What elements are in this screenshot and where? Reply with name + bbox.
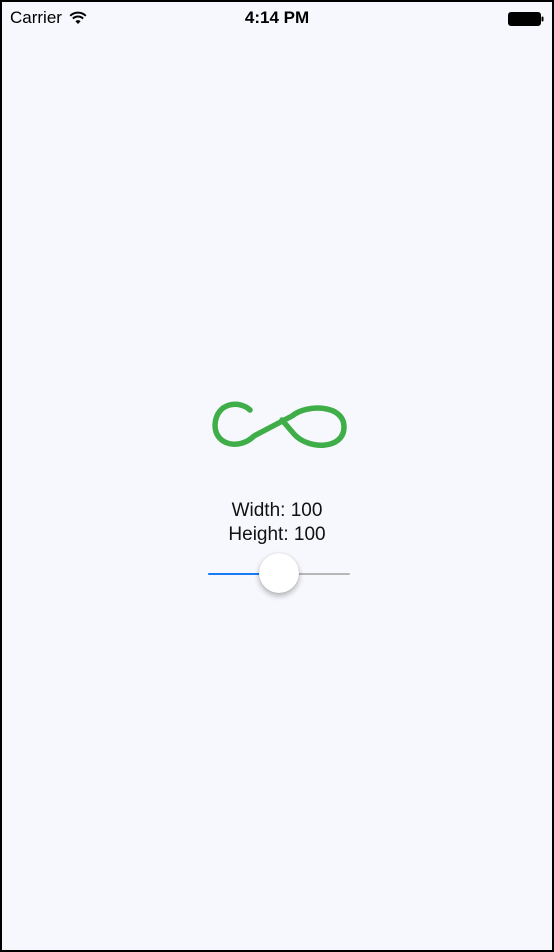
infinity-logo-icon <box>212 401 347 448</box>
size-slider[interactable] <box>208 553 350 595</box>
size-labels: Width: 100 Height: 100 <box>2 499 552 547</box>
status-bar: Carrier 4:14 PM <box>2 2 552 36</box>
app-screen: Carrier 4:14 PM Width: 100 Height: 100 <box>0 0 554 952</box>
status-time: 4:14 PM <box>244 8 310 27</box>
slider-thumb[interactable] <box>259 553 299 593</box>
battery-icon <box>508 12 544 26</box>
width-label: Width: 100 <box>231 500 323 521</box>
height-label: Height: 100 <box>228 524 326 545</box>
